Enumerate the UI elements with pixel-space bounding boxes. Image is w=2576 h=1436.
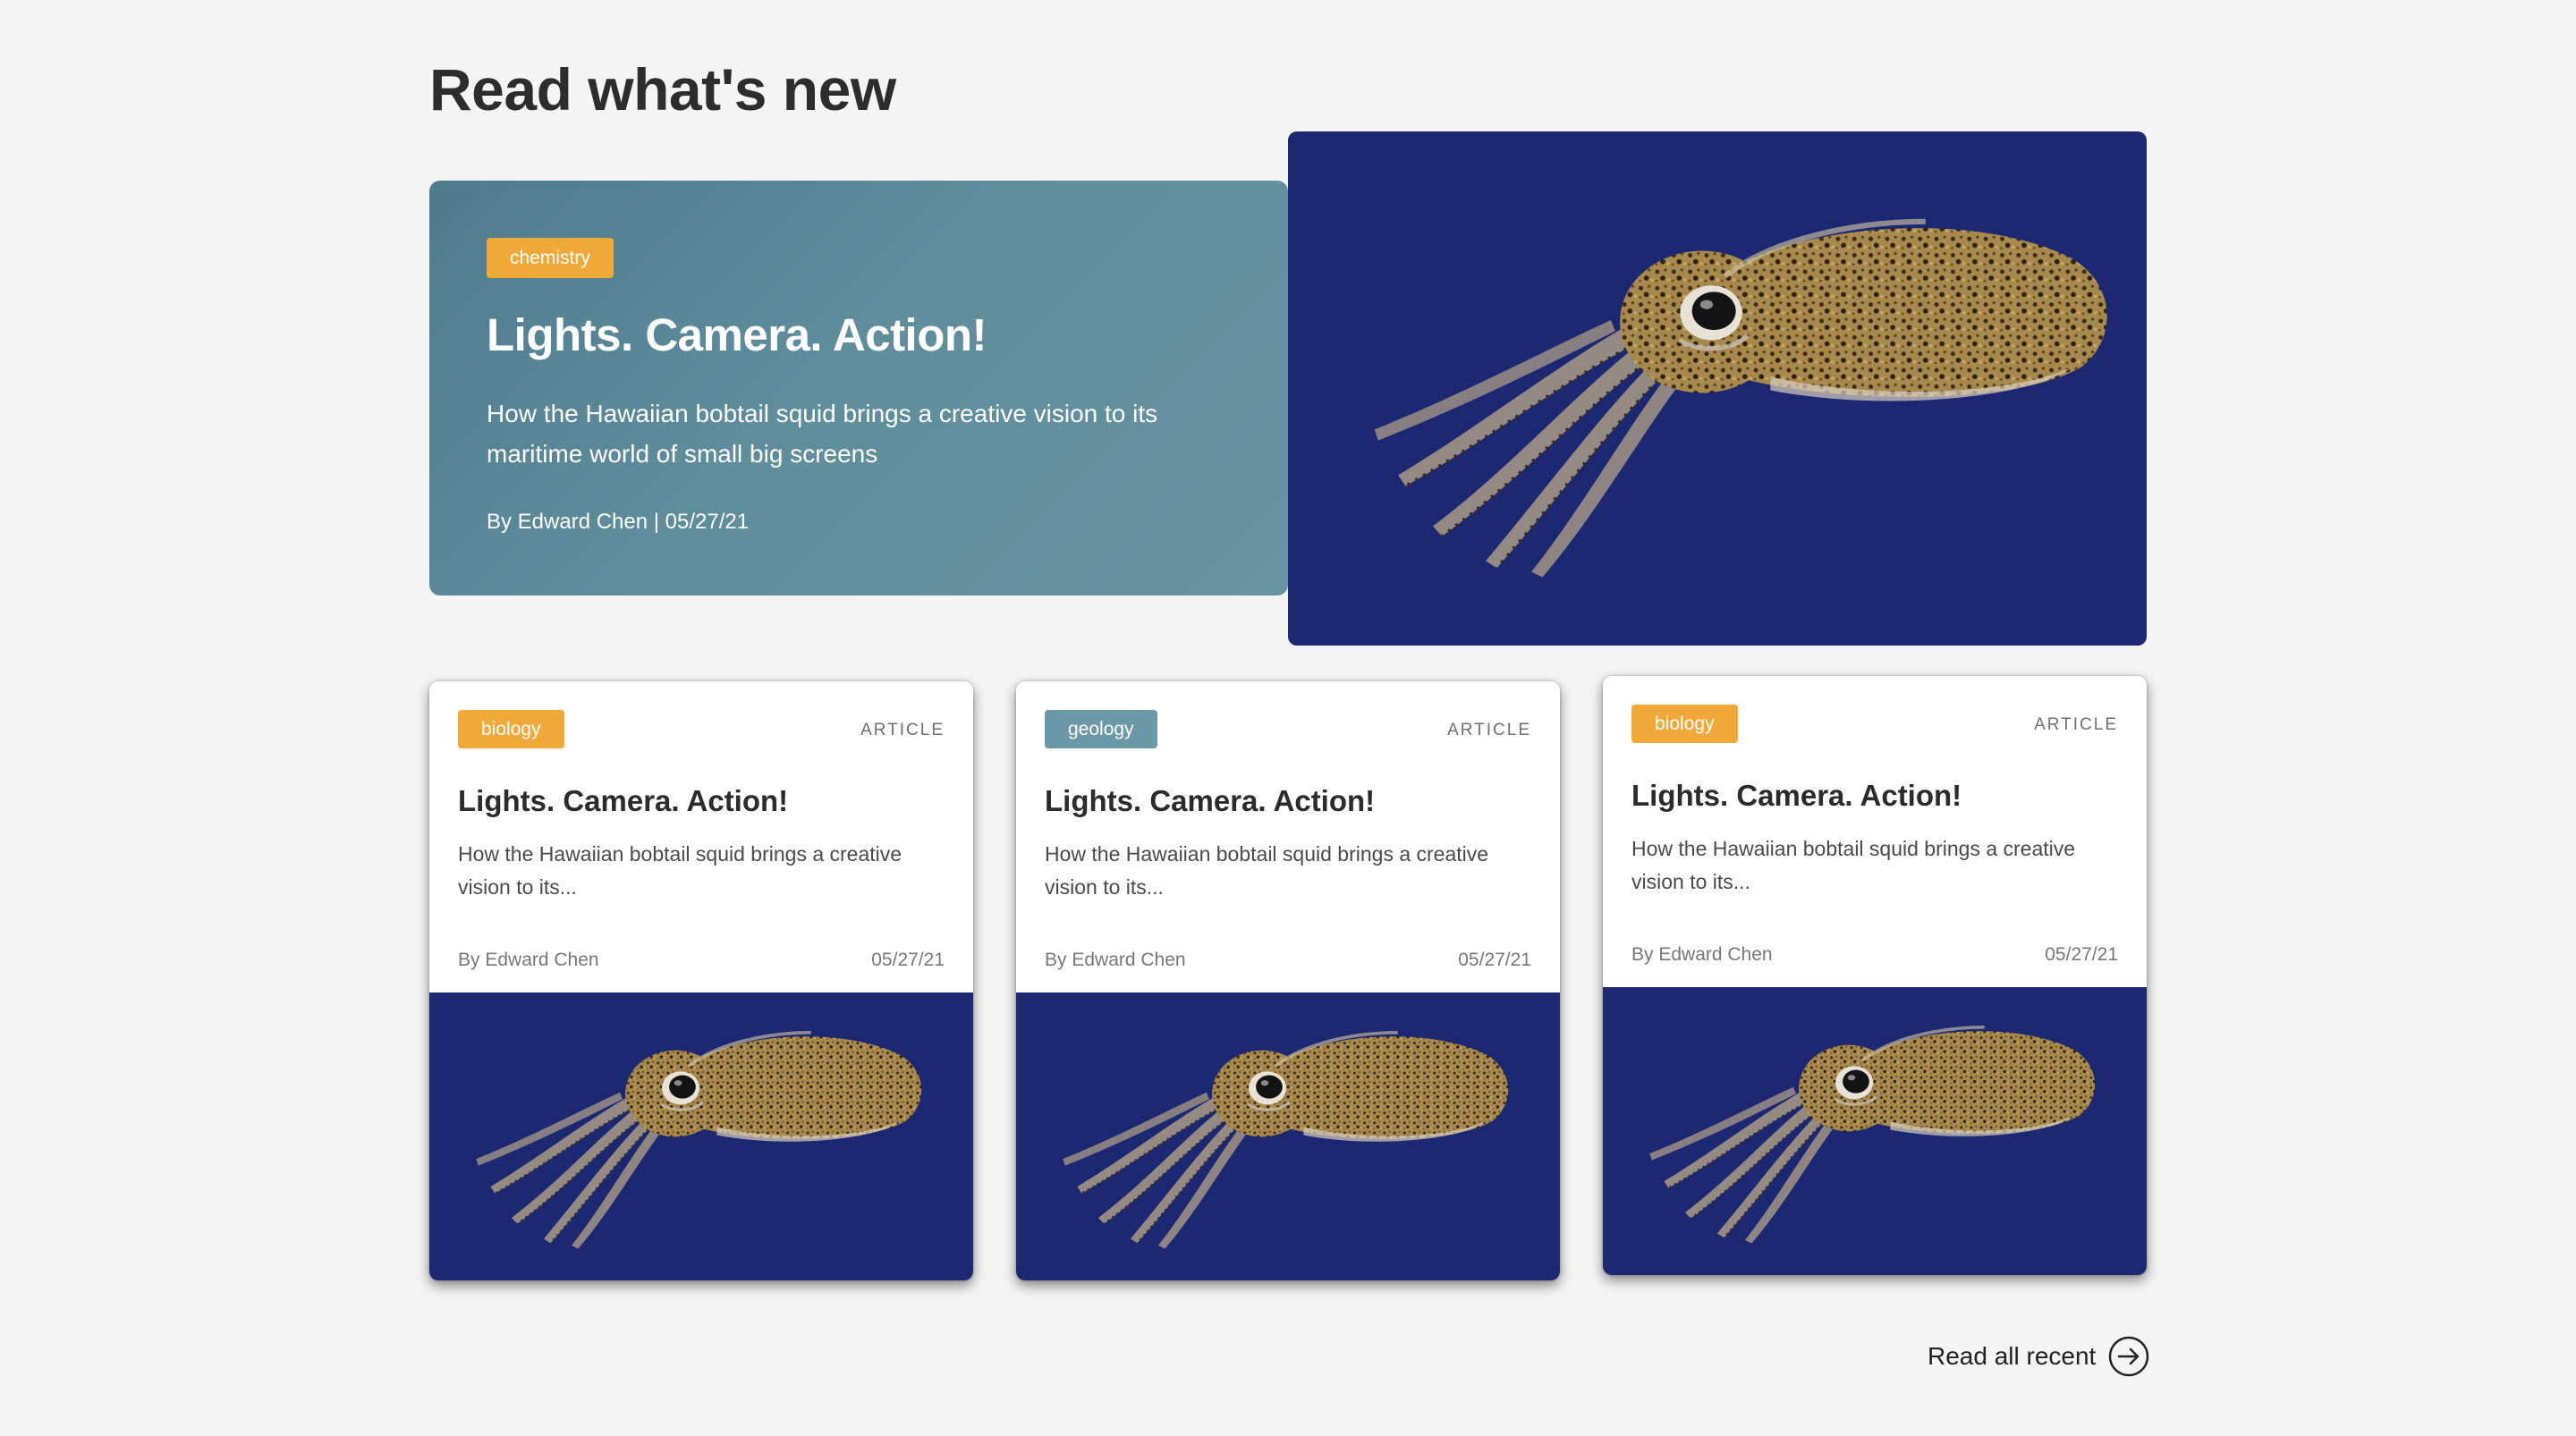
featured-title[interactable]: Lights. Camera. Action! <box>487 308 1231 361</box>
card-date: 05/27/21 <box>871 950 945 970</box>
card-squid-image <box>1603 987 2147 1275</box>
article-card[interactable]: geology ARTICLE Lights. Camera. Action! … <box>1016 681 1560 1280</box>
card-author: By Edward Chen <box>1045 950 1186 970</box>
page-title: Read what's new <box>429 56 896 122</box>
featured-category-badge[interactable]: chemistry <box>487 238 614 278</box>
card-category-badge[interactable]: biology <box>1631 705 1738 743</box>
featured-squid-image[interactable] <box>1288 131 2147 646</box>
card-date: 05/27/21 <box>2045 944 2118 965</box>
card-description: How the Hawaiian bobtail squid brings a … <box>1045 842 1489 899</box>
card-author: By Edward Chen <box>458 950 599 970</box>
article-card[interactable]: biology ARTICLE Lights. Camera. Action! … <box>1603 676 2147 1275</box>
card-author: By Edward Chen <box>1631 944 1773 965</box>
card-date: 05/27/21 <box>1458 950 1531 970</box>
card-description: How the Hawaiian bobtail squid brings a … <box>1631 837 2076 893</box>
read-all-recent-link[interactable]: Read all recent <box>1928 1336 2149 1377</box>
card-title[interactable]: Lights. Camera. Action! <box>458 784 945 818</box>
card-type-label: ARTICLE <box>860 721 945 739</box>
featured-article-card[interactable]: chemistry Lights. Camera. Action! How th… <box>429 181 1288 596</box>
card-category-badge[interactable]: geology <box>1045 710 1157 748</box>
card-squid-image <box>429 993 973 1280</box>
featured-byline: By Edward Chen | 05/27/21 <box>487 510 750 534</box>
card-squid-image <box>1016 993 1560 1280</box>
card-title[interactable]: Lights. Camera. Action! <box>1045 784 1531 818</box>
card-category-badge[interactable]: biology <box>458 710 564 748</box>
card-type-label: ARTICLE <box>2034 715 2118 734</box>
read-all-recent-label: Read all recent <box>1928 1342 2097 1370</box>
card-type-label: ARTICLE <box>1447 721 1531 739</box>
card-description: How the Hawaiian bobtail squid brings a … <box>458 842 902 899</box>
arrow-right-circle-icon <box>2108 1336 2149 1377</box>
card-title[interactable]: Lights. Camera. Action! <box>1631 779 2118 813</box>
article-card[interactable]: biology ARTICLE Lights. Camera. Action! … <box>429 681 973 1280</box>
featured-description: How the Hawaiian bobtail squid brings a … <box>487 400 1158 468</box>
